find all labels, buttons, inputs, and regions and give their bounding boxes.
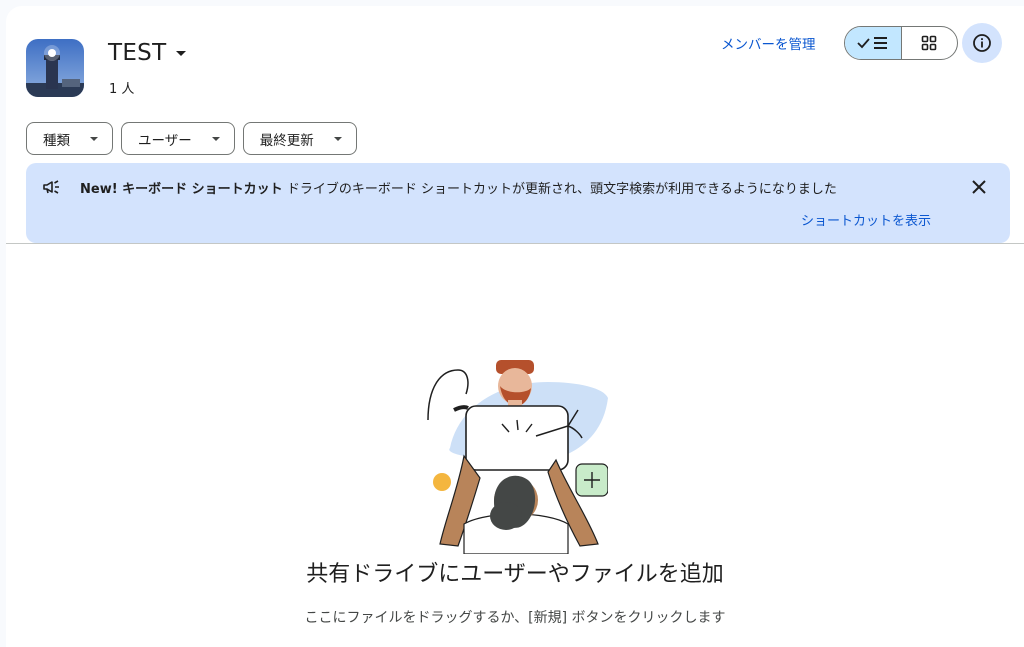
info-button[interactable]: [962, 23, 1002, 63]
drive-name: TEST: [108, 40, 167, 66]
caret-down-icon: [333, 136, 342, 141]
divider: [6, 243, 1024, 244]
chip-label: 種類: [43, 132, 70, 149]
caret-down-icon: [211, 136, 220, 141]
view-toggle: [844, 26, 958, 60]
empty-state-title: 共有ドライブにユーザーやファイルを追加: [306, 562, 724, 587]
megaphone-icon: [43, 180, 59, 194]
filter-modified-chip[interactable]: 最終更新: [242, 122, 357, 155]
info-icon: [973, 34, 991, 52]
manage-members-link[interactable]: メンバーを管理: [721, 33, 816, 53]
list-view-button[interactable]: [845, 27, 902, 59]
main-panel: TEST 1 人 メンバーを管理 種類 ユーザー 最終更新 New! キーボード…: [6, 6, 1024, 647]
chip-label: 最終更新: [259, 132, 314, 149]
member-count: 1 人: [109, 82, 135, 97]
empty-state-subtitle: ここにファイルをドラッグするか、[新規] ボタンをクリックします: [304, 610, 726, 626]
banner-message: ドライブのキーボード ショートカットが更新され、頭文字検索が利用できるようになり…: [286, 182, 837, 197]
empty-state-illustration: [427, 360, 608, 554]
drive-avatar: [26, 39, 84, 97]
grid-view-button[interactable]: [902, 27, 958, 59]
close-icon[interactable]: [969, 177, 989, 197]
filter-type-chip[interactable]: 種類: [26, 122, 113, 155]
grid-icon: [921, 35, 937, 51]
caret-down-icon: [90, 136, 98, 141]
caret-down-icon: [176, 50, 187, 56]
chip-label: ユーザー: [138, 132, 192, 149]
banner-title: New! キーボード ショートカット: [80, 182, 283, 197]
filter-people-chip[interactable]: ユーザー: [121, 122, 235, 155]
filter-chips: 種類 ユーザー 最終更新: [26, 122, 357, 155]
drive-title-dropdown[interactable]: TEST: [108, 40, 187, 66]
banner-text: New! キーボード ショートカット ドライブのキーボード ショートカットが更新…: [80, 178, 837, 197]
check-list-icon: [857, 37, 887, 49]
show-shortcuts-link[interactable]: ショートカットを表示: [801, 210, 931, 229]
shortcut-banner: New! キーボード ショートカット ドライブのキーボード ショートカットが更新…: [26, 163, 1010, 243]
